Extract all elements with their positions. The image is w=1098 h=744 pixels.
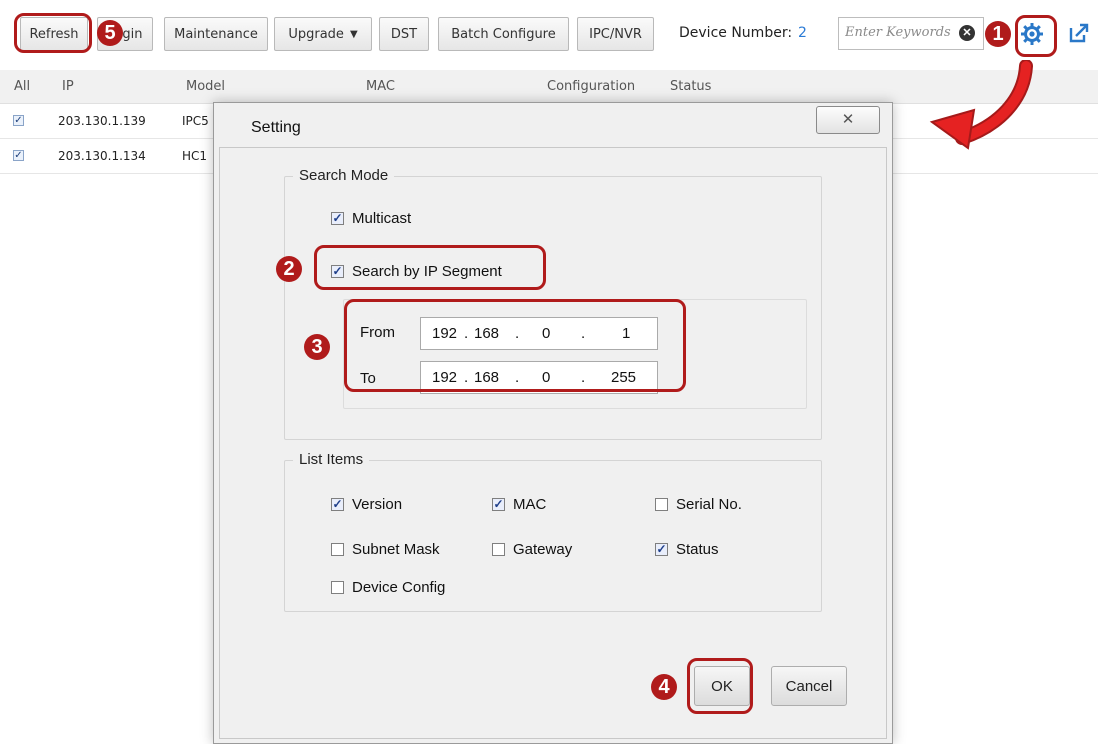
- mac-label: MAC: [513, 496, 547, 513]
- list-items-title: List Items: [293, 451, 370, 468]
- gear-highlight: [1015, 15, 1057, 57]
- upgrade-label: Upgrade: [288, 26, 344, 42]
- device-number: Device Number: 2: [679, 25, 807, 41]
- header-all[interactable]: All: [14, 79, 30, 94]
- clear-icon[interactable]: ✕: [959, 25, 975, 41]
- step-5-badge: 5: [97, 20, 123, 46]
- status-checkbox[interactable]: ✓ Status: [655, 541, 719, 558]
- ipc-nvr-button[interactable]: IPC/NVR: [577, 17, 654, 51]
- subnet-mask-checkbox[interactable]: Subnet Mask: [331, 541, 440, 558]
- row-checkbox[interactable]: ✓: [13, 115, 24, 126]
- mac-checkbox[interactable]: ✓ MAC: [492, 496, 546, 513]
- ip-range-highlight: [344, 299, 686, 392]
- device-config-checkbox[interactable]: Device Config: [331, 579, 445, 596]
- checkbox-empty-icon: [331, 543, 344, 556]
- multicast-label: Multicast: [352, 210, 412, 227]
- maintenance-button[interactable]: Maintenance: [164, 17, 268, 51]
- search-input[interactable]: [843, 24, 959, 41]
- version-checkbox[interactable]: ✓ Version: [331, 496, 402, 513]
- search-mode-title: Search Mode: [293, 167, 395, 184]
- row-model: HC1: [182, 149, 208, 163]
- device-config-label: Device Config: [352, 579, 446, 596]
- dst-button[interactable]: DST: [379, 17, 429, 51]
- ok-highlight: [687, 658, 753, 714]
- checkbox-empty-icon: [655, 498, 668, 511]
- device-number-value: 2: [798, 25, 807, 41]
- device-number-label: Device Number:: [679, 25, 793, 41]
- checkbox-empty-icon: [492, 543, 505, 556]
- row-checkbox[interactable]: ✓: [13, 150, 24, 161]
- batch-configure-button[interactable]: Batch Configure: [438, 17, 569, 51]
- checkbox-empty-icon: [331, 581, 344, 594]
- upgrade-dropdown[interactable]: Upgrade ▼: [274, 17, 372, 51]
- search-box: ✕: [838, 17, 984, 50]
- curved-arrow-icon: [929, 60, 1033, 150]
- checkbox-checked-icon: ✓: [492, 497, 505, 511]
- step-4-badge: 4: [651, 674, 677, 700]
- status-label: Status: [676, 541, 719, 558]
- setting-dialog: Setting ✕ Search Mode ✓ Multicast ✓ Sear…: [213, 102, 893, 744]
- serial-no-checkbox[interactable]: Serial No.: [655, 496, 742, 513]
- ip-segment-highlight: [314, 245, 546, 290]
- gateway-label: Gateway: [513, 541, 573, 558]
- caret-down-icon: ▼: [349, 28, 358, 40]
- header-configuration[interactable]: Configuration: [547, 79, 635, 94]
- header-mac[interactable]: MAC: [366, 79, 395, 94]
- dialog-title: Setting: [251, 119, 301, 136]
- refresh-highlight: [14, 13, 92, 53]
- checkbox-checked-icon: ✓: [331, 211, 344, 225]
- header-status[interactable]: Status: [670, 79, 711, 94]
- checkbox-checked-icon: ✓: [655, 542, 668, 556]
- row-ip: 203.130.1.134: [58, 149, 146, 163]
- export-icon[interactable]: [1068, 22, 1090, 44]
- checkbox-checked-icon: ✓: [331, 497, 344, 511]
- list-items-group: List Items ✓ Version ✓ MAC Serial No. Su…: [284, 451, 822, 612]
- header-ip[interactable]: IP: [62, 79, 74, 94]
- version-label: Version: [352, 496, 403, 513]
- step-2-badge: 2: [276, 256, 302, 282]
- row-ip: 203.130.1.139: [58, 114, 146, 128]
- step-1-badge: 1: [985, 21, 1011, 47]
- close-button[interactable]: ✕: [816, 106, 880, 134]
- header-model[interactable]: Model: [186, 79, 225, 94]
- multicast-checkbox[interactable]: ✓ Multicast: [331, 210, 411, 227]
- subnet-mask-label: Subnet Mask: [352, 541, 440, 558]
- toolbar: Refresh Login Maintenance Upgrade ▼ DST …: [0, 0, 1098, 68]
- row-model: IPC5: [182, 114, 209, 128]
- gateway-checkbox[interactable]: Gateway: [492, 541, 572, 558]
- dialog-body: Search Mode ✓ Multicast ✓ Search by IP S…: [219, 147, 887, 739]
- cancel-button[interactable]: Cancel: [771, 666, 847, 706]
- serial-no-label: Serial No.: [676, 496, 742, 513]
- step-3-badge: 3: [304, 334, 330, 360]
